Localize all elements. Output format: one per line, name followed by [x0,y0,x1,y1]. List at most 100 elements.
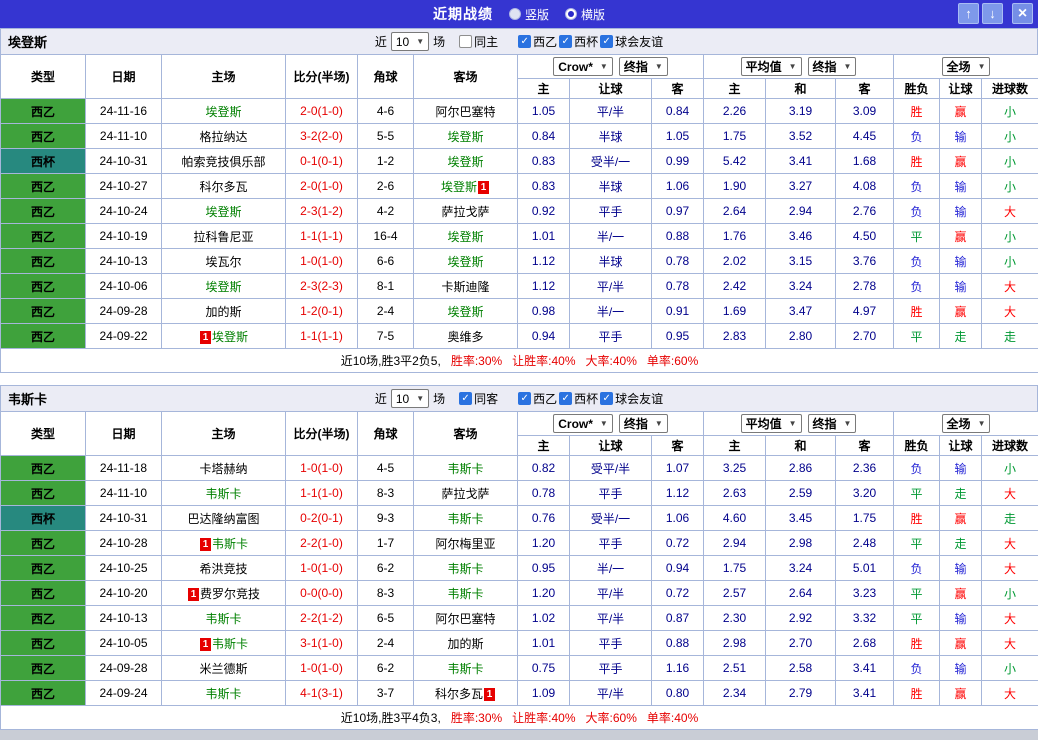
asia-home-odds-cell: 1.12 [517,273,570,299]
asia-home-odds-cell: 1.02 [517,605,570,631]
panel-title: 近期战绩 [432,6,493,22]
asia-handicap-cell: 受平/半 [569,455,652,481]
layout-radio-horizontal[interactable]: 横版 [565,6,605,23]
asia-home-odds-cell: 0.98 [517,298,570,324]
same-venue-checkbox[interactable]: 同主 [459,33,498,50]
recent-count-select[interactable]: 10 ▼ [390,389,430,408]
team-name: 埃登斯 [8,35,48,50]
same-venue-checkbox[interactable]: 同客 [459,390,498,407]
europe-home-odds-cell: 2.30 [703,605,767,631]
move-up-button[interactable]: ↑ [958,3,979,24]
europe-home-odds-cell: 1.76 [703,223,767,249]
scope-select[interactable]: 全场 ▼ [941,57,991,76]
score-cell: 0-0(0-0) [285,580,358,606]
asia-final-select[interactable]: 终指 ▼ [618,56,668,76]
asia-handicap-cell: 平/半 [569,605,652,631]
layout-radio-vertical[interactable]: 竖版 [508,6,549,23]
europe-home-odds-cell: 2.02 [703,248,767,274]
result-goals-cell: 大 [981,680,1038,706]
asia-home-odds-cell: 1.20 [517,580,570,606]
league-checkbox-2[interactable]: 西杯 [559,33,598,50]
europe-draw-odds-cell: 2.59 [765,480,837,506]
asia-odds-header: Crow* ▼ 终指 ▼ [516,411,705,436]
scope-select[interactable]: 全场 ▼ [941,414,991,433]
asia-away-odds-cell: 0.72 [650,530,705,556]
subcolumn-header-result-goals: 进球数 [981,78,1038,99]
europe-away-odds-cell: 3.23 [835,580,895,606]
result-handicap-cell: 输 [939,605,983,631]
europe-away-odds-cell: 2.36 [835,455,895,481]
score-cell: 1-0(1-0) [285,455,358,481]
away-team-name: 韦斯卡 [447,586,484,601]
recent-count-select[interactable]: 10 ▼ [390,32,430,51]
league-type-cell: 西乙 [0,455,86,481]
radio-unselected-icon [508,8,521,20]
date-cell: 24-10-31 [85,505,162,531]
europe-draw-odds-cell: 3.47 [765,298,837,324]
league-filter-group: 西乙 西杯 球会友谊 [518,390,663,407]
europe-average-select[interactable]: 平均值 ▼ [740,414,802,433]
home-team-name: 拉科鲁尼亚 [193,229,254,244]
europe-away-odds-cell: 4.97 [835,298,895,324]
column-header-6: 客场 [413,411,518,456]
away-team-name: 加的斯 [447,636,484,651]
europe-final-select[interactable]: 终指 ▼ [807,414,857,433]
away-team-name: 韦斯卡 [447,511,484,526]
europe-home-odds-cell: 2.64 [703,198,767,224]
subcolumn-header-europe-draw: 和 [765,435,837,456]
close-button[interactable]: × [1012,3,1033,24]
result-wdl-cell: 负 [893,555,941,581]
league-checkbox-1[interactable]: 西乙 [518,33,557,50]
away-team-name: 埃登斯 [440,179,477,194]
league-checkbox-3[interactable]: 球会友谊 [600,390,663,407]
summary-stat: 让胜率:40% [512,711,576,725]
asia-away-odds-cell: 0.78 [650,273,705,299]
score-cell: 0-1(0-1) [285,148,358,174]
europe-odds-header: 平均值 ▼ 终指 ▼ [703,54,895,79]
date-cell: 24-10-27 [85,173,162,199]
europe-away-odds-cell: 3.32 [835,605,895,631]
bookmaker-select[interactable]: Crow* ▼ [553,57,613,77]
recent-label: 近 [374,392,387,406]
europe-final-select[interactable]: 终指 ▼ [807,57,857,76]
red-card-badge: 1 [187,587,199,601]
league-checkbox-2[interactable]: 西杯 [559,390,598,407]
bookmaker-select[interactable]: Crow* ▼ [553,414,613,434]
asia-away-odds-cell: 0.78 [650,248,705,274]
score-cell: 2-3(1-2) [285,198,358,224]
league-checkbox-3[interactable]: 球会友谊 [600,33,663,50]
europe-away-odds-cell: 4.08 [835,173,895,199]
date-cell: 24-10-19 [85,223,162,249]
asia-away-odds-cell: 1.12 [650,480,705,506]
same-venue-checkbox-label: 同主 [474,35,499,49]
result-wdl-cell: 负 [893,455,941,481]
subcolumn-header-europe-away: 客 [835,435,895,456]
asia-home-odds-cell: 0.83 [517,148,570,174]
home-team-cell: 加的斯 [161,298,286,324]
league-type-cell: 西乙 [0,273,86,299]
date-cell: 24-11-18 [85,455,162,481]
move-down-button[interactable]: ↓ [982,3,1003,24]
score-cell: 1-0(1-0) [285,655,358,681]
date-cell: 24-10-13 [85,248,162,274]
europe-average-select[interactable]: 平均值 ▼ [740,57,802,76]
corner-cell: 9-3 [357,505,414,531]
league-checkbox-1[interactable]: 西乙 [518,390,557,407]
team-filter-bar: 韦斯卡 近 10 ▼ 场 同客 西乙 西杯 球会友谊 [0,385,1038,411]
result-wdl-cell: 平 [893,580,941,606]
chevron-down-icon: ▼ [416,37,425,46]
away-team-name: 韦斯卡 [447,561,484,576]
asia-handicap-cell: 半球 [569,173,652,199]
summary-row: 近10场,胜3平2负5, 胜率:30% 让胜率:40% 大率:40% 单率:60% [0,348,1038,373]
result-handicap-cell: 输 [939,198,983,224]
scope-select-value: 全场 [946,417,971,431]
home-team-name: 韦斯卡 [205,686,242,701]
league-type-cell: 西乙 [0,680,86,706]
away-team-cell: 阿尔巴塞特 [413,98,518,124]
asia-home-odds-cell: 0.75 [517,655,570,681]
result-goals-cell: 大 [981,555,1038,581]
score-cell: 3-1(1-0) [285,630,358,656]
result-goals-cell: 小 [981,655,1038,681]
asia-final-select[interactable]: 终指 ▼ [618,413,668,433]
corner-cell: 7-5 [357,323,414,349]
